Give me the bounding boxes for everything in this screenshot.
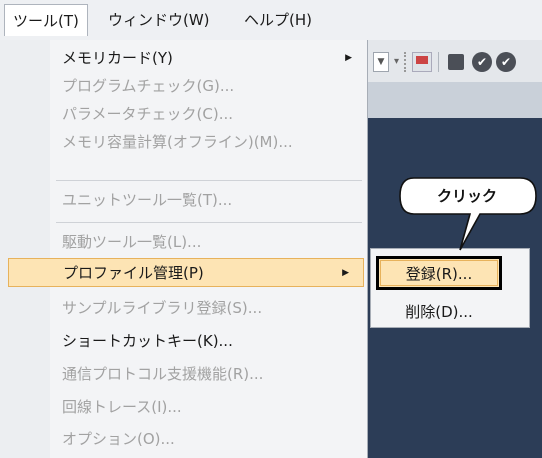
menu-item-label: プログラムチェック(G)... xyxy=(62,77,235,95)
menu-item-profile-management[interactable]: プロファイル管理(P) ▶ xyxy=(8,258,364,287)
menu-separator xyxy=(56,180,362,181)
menu-item-program-check[interactable]: プログラムチェック(G)... xyxy=(0,72,366,101)
profile-submenu: 登録(R)... 削除(D)... xyxy=(370,248,530,328)
menu-bar: ツール(T) ウィンドウ(W) ヘルプ(H) xyxy=(0,0,542,41)
menu-item-unit-tools[interactable]: ユニットツール一覧(T)... xyxy=(0,186,366,215)
menu-separator xyxy=(56,222,362,223)
menu-item-memory-capacity[interactable]: メモリ容量計算(オフライン)(M)... xyxy=(0,128,366,157)
menu-item-shortcut-keys[interactable]: ショートカットキー(K)... xyxy=(0,327,366,356)
callout-label: クリック xyxy=(436,187,497,205)
delete-label: 削除(D)... xyxy=(405,303,473,321)
tools-menu: メモリカード(Y) ▶ プログラムチェック(G)... パラメータチェック(C)… xyxy=(0,40,368,458)
menu-item-label: オプション(O)... xyxy=(62,430,175,448)
menu-item-label: 駆動ツール一覧(L)... xyxy=(62,233,202,251)
check-icon[interactable]: ✔ xyxy=(496,52,516,72)
delete-menu-item[interactable]: 削除(D)... xyxy=(376,300,502,324)
menu-item-sample-library[interactable]: サンプルライブラリ登録(S)... xyxy=(0,294,366,323)
menu-item-label: サンプルライブラリ登録(S)... xyxy=(62,299,263,317)
menu-item-label: ショートカットキー(K)... xyxy=(62,332,233,350)
highlight-frame xyxy=(380,260,498,286)
menu-item-line-trace[interactable]: 回線トレース(I)... xyxy=(0,393,366,422)
register-menu-item[interactable]: 登録(R)... xyxy=(376,256,502,290)
menu-item-label: メモリ容量計算(オフライン)(M)... xyxy=(62,133,293,151)
menu-item-label: メモリカード(Y) xyxy=(62,49,173,67)
check-icon[interactable]: ✔ xyxy=(472,52,492,72)
overflow-icon[interactable]: ▾ xyxy=(394,52,400,72)
click-callout: クリック xyxy=(398,166,538,256)
menu-item-label: パラメータチェック(C)... xyxy=(62,105,234,123)
menu-help[interactable]: ヘルプ(H) xyxy=(236,4,320,36)
submenu-arrow-icon: ▶ xyxy=(342,268,349,278)
menu-tools[interactable]: ツール(T) xyxy=(4,4,88,36)
toolbar-separator xyxy=(438,52,439,72)
toolbar: ▼ ▾ ✔ ✔ xyxy=(368,40,542,82)
stop-icon[interactable] xyxy=(448,54,464,70)
menu-item-label: ユニットツール一覧(T)... xyxy=(62,191,233,209)
menu-item-label: 回線トレース(I)... xyxy=(62,398,182,416)
menu-item-label: プロファイル管理(P) xyxy=(63,264,204,282)
menu-item-memory-card[interactable]: メモリカード(Y) ▶ xyxy=(0,44,366,73)
tab-strip xyxy=(368,82,542,118)
menu-item-parameter-check[interactable]: パラメータチェック(C)... xyxy=(0,100,366,129)
dropdown-icon[interactable]: ▼ xyxy=(373,52,389,72)
menu-window[interactable]: ウィンドウ(W) xyxy=(100,4,218,36)
menu-item-protocol-support[interactable]: 通信プロトコル支援機能(R)... xyxy=(0,360,366,389)
menu-item-drive-tools[interactable]: 駆動ツール一覧(L)... xyxy=(0,228,366,257)
monitor-icon[interactable] xyxy=(412,52,432,72)
toolbar-grip xyxy=(404,52,408,72)
menu-item-label: 通信プロトコル支援機能(R)... xyxy=(62,365,264,383)
submenu-arrow-icon: ▶ xyxy=(345,53,352,63)
menu-item-options[interactable]: オプション(O)... xyxy=(0,425,366,454)
